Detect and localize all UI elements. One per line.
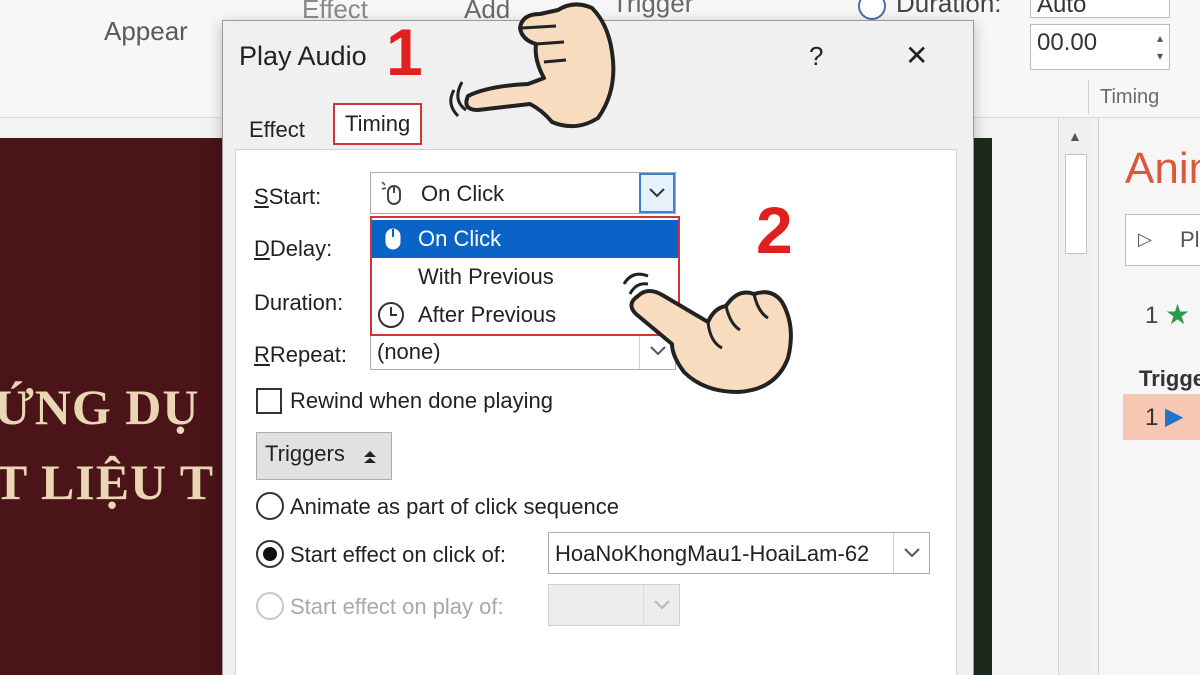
rewind-label: Rewind when done playing xyxy=(290,388,553,413)
trigger-target-value: HoaNoKhongMau1-HoaiLam-62 xyxy=(555,541,870,566)
timing-panel: SStart: On Click DDelay: Duration: RRepe… xyxy=(235,149,957,675)
duration-input[interactable]: Auto xyxy=(1030,0,1170,18)
step-number-1: 1 xyxy=(386,15,423,89)
repeat-value: (none) xyxy=(377,339,441,364)
appear-effect-button[interactable]: Appear xyxy=(104,16,188,47)
dialog-title: Play Audio xyxy=(239,41,367,71)
trigger-target-combobox[interactable]: HoaNoKhongMau1-HoaiLam-62 xyxy=(548,532,930,574)
trigger-section-header: Trigge xyxy=(1139,366,1200,391)
rewind-checkbox[interactable] xyxy=(256,388,282,414)
chevron-down-icon[interactable] xyxy=(639,173,675,213)
pointing-hand-icon xyxy=(622,272,793,394)
trigger-label[interactable]: Trigger xyxy=(612,0,693,19)
start-combobox[interactable]: On Click xyxy=(370,172,676,214)
option-on-click-label: On Click xyxy=(418,226,502,251)
radio-start-on-play[interactable] xyxy=(256,592,284,620)
play-target-combobox[interactable] xyxy=(548,584,680,626)
triggers-button-label: Triggers xyxy=(265,441,345,466)
pointing-hand-icon xyxy=(449,2,616,129)
delay-label-text: Delay: xyxy=(269,236,333,261)
slide-title-line2: T LIỆU T xyxy=(0,454,215,510)
close-button[interactable]: ✕ xyxy=(905,39,928,72)
scroll-up-icon[interactable]: ▲ xyxy=(1068,128,1082,144)
play-all-button[interactable]: ▷ Pl xyxy=(1125,214,1200,266)
scroll-thumb[interactable] xyxy=(1065,154,1087,254)
radio-start-on-click[interactable] xyxy=(256,540,284,568)
mouse-icon xyxy=(385,228,401,250)
start-label-text: Start: xyxy=(268,184,322,209)
triggers-button[interactable]: Triggers xyxy=(256,432,392,480)
vertical-scrollbar[interactable]: ▲ xyxy=(1058,118,1094,675)
animation-pane-title: Anim xyxy=(1125,144,1200,193)
delay-value: 00.00 xyxy=(1037,29,1098,56)
animation-item-number: 1 xyxy=(1145,302,1159,329)
tab-effect[interactable]: Effect xyxy=(249,117,305,143)
chevron-down-icon[interactable] xyxy=(643,585,679,625)
ribbon-separator xyxy=(1088,80,1089,114)
duration-value: Auto xyxy=(1037,0,1087,18)
option-on-click[interactable]: On Click xyxy=(372,220,678,258)
chevron-down-icon[interactable] xyxy=(893,533,929,573)
slide-title-line1: ỨNG DỤ xyxy=(0,379,200,435)
tab-timing[interactable]: Timing xyxy=(333,103,423,145)
timing-group-label: Timing xyxy=(1100,86,1160,108)
slide-canvas[interactable]: ỨNG DỤ T LIỆU T xyxy=(0,138,240,675)
animation-pane: Anim ▷ Pl 1 ★ Trigge 1 ▶ xyxy=(1098,118,1200,675)
clock-icon xyxy=(378,302,404,328)
step-number-2: 2 xyxy=(756,193,793,267)
mouse-icon xyxy=(381,181,401,205)
start-label: SStart: xyxy=(254,184,322,209)
duration-label: Duration: xyxy=(254,290,344,315)
play-all-label: Pl xyxy=(1180,227,1200,252)
collapse-icon xyxy=(364,451,376,463)
option-after-previous-label: After Previous xyxy=(418,302,557,327)
radio-start-on-play-label: Start effect on play of: xyxy=(290,594,504,619)
spin-up-icon[interactable]: ▴ xyxy=(1157,31,1163,45)
help-button[interactable]: ? xyxy=(809,41,823,72)
play-marker-icon: ▶ xyxy=(1165,403,1184,430)
duration-radio-icon xyxy=(858,0,886,20)
star-icon: ★ xyxy=(1165,299,1191,330)
radio-animate-sequence-label: Animate as part of click sequence xyxy=(290,494,619,519)
radio-start-on-click-label: Start effect on click of: xyxy=(290,542,507,567)
trigger-animation-item[interactable]: 1 ▶ xyxy=(1123,394,1200,440)
repeat-label-text: Repeat: xyxy=(269,342,347,367)
duration-label: Duration: xyxy=(896,0,1002,18)
radio-animate-sequence[interactable] xyxy=(256,492,284,520)
spin-down-icon[interactable]: ▾ xyxy=(1157,49,1163,63)
delay-input[interactable]: 00.00 ▴ ▾ xyxy=(1030,24,1170,70)
radio-selected-dot xyxy=(263,547,277,561)
start-value: On Click xyxy=(421,181,505,206)
option-with-previous-label: With Previous xyxy=(418,264,554,289)
trigger-item-number: 1 xyxy=(1145,404,1159,431)
play-icon: ▷ xyxy=(1138,229,1152,249)
repeat-label: RRepeat: xyxy=(254,342,347,367)
delay-label: DDelay: xyxy=(254,236,333,261)
